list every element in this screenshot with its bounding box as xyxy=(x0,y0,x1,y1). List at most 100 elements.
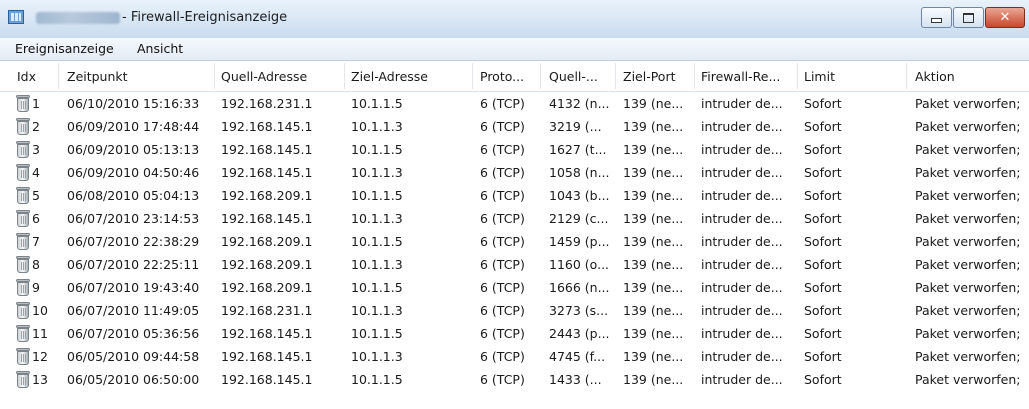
cell-protocol: 6 (TCP) xyxy=(480,280,525,295)
cell-destination: 10.1.1.5 xyxy=(351,96,403,111)
cell-destination: 10.1.1.5 xyxy=(351,188,403,203)
cell-idx: 1 xyxy=(32,96,40,111)
cell-source-port: 3273 (s... xyxy=(549,303,609,318)
column-header-source[interactable]: Quell-Adresse xyxy=(221,69,307,84)
cell-protocol: 6 (TCP) xyxy=(480,142,525,157)
table-row[interactable]: 7 06/07/2010 22:38:29 192.168.209.1 10.1… xyxy=(0,231,1029,253)
cell-limit: Sofort xyxy=(804,303,842,318)
cell-source-port: 1043 (b... xyxy=(549,188,610,203)
cell-destination-port: 139 (ne... xyxy=(623,119,684,134)
table-row[interactable]: 1 06/10/2010 15:16:33 192.168.231.1 10.1… xyxy=(0,93,1029,115)
cell-source-port: 1459 (p... xyxy=(549,234,610,249)
cell-limit: Sofort xyxy=(804,165,842,180)
cell-idx: 5 xyxy=(32,188,40,203)
table-row[interactable]: 10 06/07/2010 11:49:05 192.168.231.1 10.… xyxy=(0,300,1029,322)
table-row[interactable]: 2 06/09/2010 17:48:44 192.168.145.1 10.1… xyxy=(0,116,1029,138)
cell-idx: 7 xyxy=(32,234,40,249)
column-separator[interactable] xyxy=(540,63,541,89)
minimize-button[interactable] xyxy=(921,7,952,28)
column-separator[interactable] xyxy=(472,63,473,89)
cell-destination-port: 139 (ne... xyxy=(623,188,684,203)
title-bar[interactable]: - Firewall-Ereignisanzeige ✕ xyxy=(0,0,1029,39)
firewall-window-icon[interactable] xyxy=(8,10,24,24)
cell-destination-port: 139 (ne... xyxy=(623,372,684,387)
cell-limit: Sofort xyxy=(804,119,842,134)
cell-protocol: 6 (TCP) xyxy=(480,257,525,272)
table-row[interactable]: 8 06/07/2010 22:25:11 192.168.209.1 10.1… xyxy=(0,254,1029,276)
cell-destination: 10.1.1.5 xyxy=(351,234,403,249)
column-separator[interactable] xyxy=(615,63,616,89)
cell-limit: Sofort xyxy=(804,372,842,387)
cell-action: Paket verworfen; xyxy=(915,211,1021,226)
cell-firewall-rule: intruder de... xyxy=(701,372,783,387)
cell-source-port: 1627 (t... xyxy=(549,142,607,157)
cell-action: Paket verworfen; xyxy=(915,326,1021,341)
column-header-source-port[interactable]: Quell-... xyxy=(549,69,598,84)
column-header-destination[interactable]: Ziel-Adresse xyxy=(351,69,428,84)
cell-destination: 10.1.1.3 xyxy=(351,303,403,318)
cell-protocol: 6 (TCP) xyxy=(480,119,525,134)
cell-idx: 12 xyxy=(32,349,48,364)
cell-source-port: 1058 (n... xyxy=(549,165,610,180)
trash-bin-icon xyxy=(15,301,31,320)
cell-firewall-rule: intruder de... xyxy=(701,280,783,295)
cell-destination-port: 139 (ne... xyxy=(623,165,684,180)
cell-idx: 9 xyxy=(32,280,40,295)
cell-destination-port: 139 (ne... xyxy=(623,349,684,364)
column-header-action[interactable]: Aktion xyxy=(915,69,955,84)
column-header-time[interactable]: Zeitpunkt xyxy=(67,69,128,84)
cell-limit: Sofort xyxy=(804,188,842,203)
table-row[interactable]: 9 06/07/2010 19:43:40 192.168.209.1 10.1… xyxy=(0,277,1029,299)
trash-bin-icon xyxy=(15,255,31,274)
table-row[interactable]: 11 06/07/2010 05:36:56 192.168.145.1 10.… xyxy=(0,323,1029,345)
cell-protocol: 6 (TCP) xyxy=(480,96,525,111)
cell-time: 06/07/2010 22:25:11 xyxy=(67,257,200,272)
cell-time: 06/07/2010 11:49:05 xyxy=(67,303,200,318)
cell-source: 192.168.145.1 xyxy=(221,326,313,341)
column-header-idx[interactable]: Idx xyxy=(17,69,36,84)
trash-bin-icon xyxy=(15,347,31,366)
cell-action: Paket verworfen; xyxy=(915,165,1021,180)
cell-protocol: 6 (TCP) xyxy=(480,349,525,364)
trash-bin-icon xyxy=(15,186,31,205)
column-header-limit[interactable]: Limit xyxy=(804,69,835,84)
column-separator[interactable] xyxy=(694,63,695,89)
trash-bin-icon xyxy=(15,232,31,251)
cell-limit: Sofort xyxy=(804,326,842,341)
cell-limit: Sofort xyxy=(804,280,842,295)
table-row[interactable]: 4 06/09/2010 04:50:46 192.168.145.1 10.1… xyxy=(0,162,1029,184)
cell-action: Paket verworfen; xyxy=(915,303,1021,318)
cell-time: 06/07/2010 22:38:29 xyxy=(67,234,200,249)
cell-firewall-rule: intruder de... xyxy=(701,96,783,111)
cell-limit: Sofort xyxy=(804,257,842,272)
cell-idx: 6 xyxy=(32,211,40,226)
table-row[interactable]: 3 06/09/2010 05:13:13 192.168.145.1 10.1… xyxy=(0,139,1029,161)
column-separator[interactable] xyxy=(797,63,798,89)
table-row[interactable]: 13 06/05/2010 06:50:00 192.168.145.1 10.… xyxy=(0,369,1029,391)
column-header-firewall-rule[interactable]: Firewall-Re... xyxy=(701,69,780,84)
column-separator[interactable] xyxy=(214,63,215,89)
cell-action: Paket verworfen; xyxy=(915,234,1021,249)
menu-ansicht[interactable]: Ansicht xyxy=(137,41,183,56)
column-separator[interactable] xyxy=(58,63,59,89)
cell-firewall-rule: intruder de... xyxy=(701,211,783,226)
table-row[interactable]: 6 06/07/2010 23:14:53 192.168.145.1 10.1… xyxy=(0,208,1029,230)
cell-protocol: 6 (TCP) xyxy=(480,211,525,226)
cell-time: 06/05/2010 06:50:00 xyxy=(67,372,200,387)
cell-destination: 10.1.1.5 xyxy=(351,280,403,295)
column-separator[interactable] xyxy=(906,63,907,89)
close-button[interactable]: ✕ xyxy=(985,7,1025,28)
menu-ereignisanzeige[interactable]: Ereignisanzeige xyxy=(15,41,114,56)
column-separator[interactable] xyxy=(344,63,345,89)
table-row[interactable]: 12 06/05/2010 09:44:58 192.168.145.1 10.… xyxy=(0,346,1029,368)
column-header-protocol[interactable]: Proto... xyxy=(480,69,524,84)
maximize-button[interactable] xyxy=(953,7,984,28)
cell-source: 192.168.145.1 xyxy=(221,349,313,364)
column-header-destination-port[interactable]: Ziel-Port xyxy=(623,69,676,84)
table-row[interactable]: 5 06/08/2010 05:04:13 192.168.209.1 10.1… xyxy=(0,185,1029,207)
cell-source-port: 2129 (c... xyxy=(549,211,609,226)
trash-bin-icon xyxy=(15,94,31,113)
cell-firewall-rule: intruder de... xyxy=(701,303,783,318)
cell-firewall-rule: intruder de... xyxy=(701,188,783,203)
cell-source: 192.168.145.1 xyxy=(221,165,313,180)
